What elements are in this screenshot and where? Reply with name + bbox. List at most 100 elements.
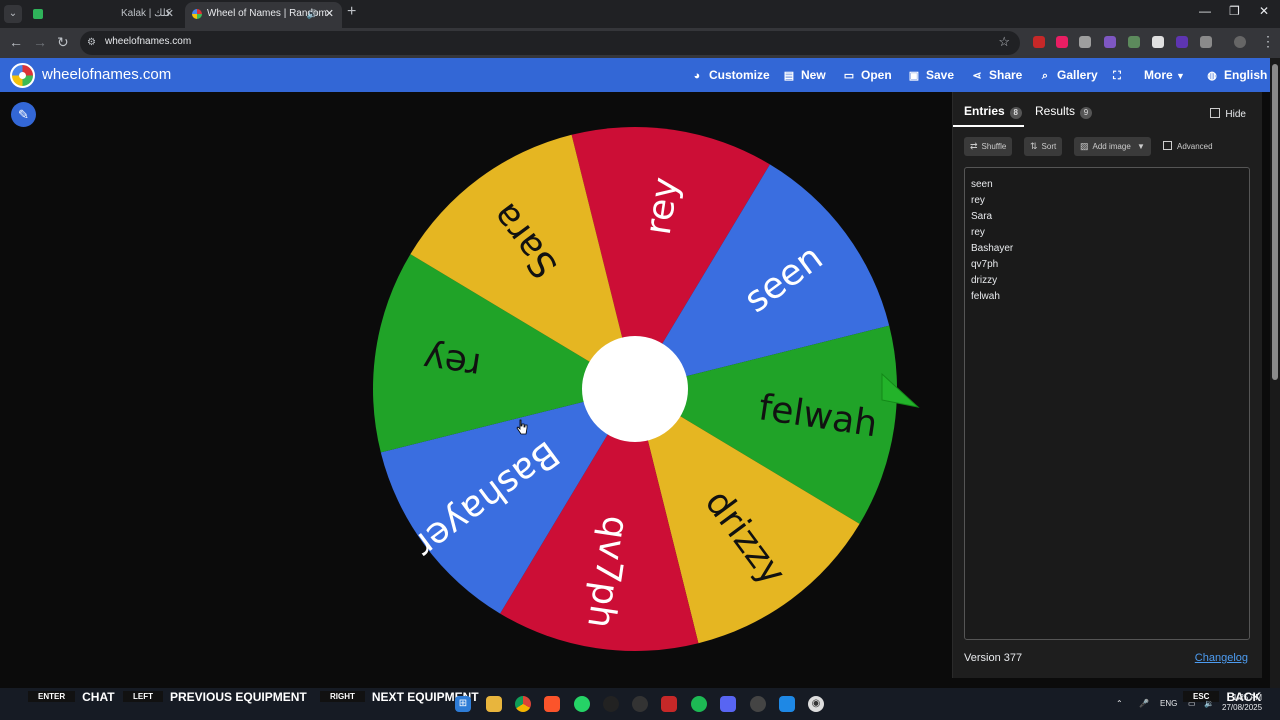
language-button[interactable]: ◍ English — [1205, 58, 1267, 92]
tab-results[interactable]: Results 9 — [1035, 104, 1093, 119]
new-tab-icon[interactable]: + — [347, 3, 356, 21]
spotify-icon[interactable] — [691, 696, 707, 712]
wheel-segment-label: rey — [638, 175, 687, 238]
share-icon: ⋖ — [972, 70, 982, 82]
tab-entries[interactable]: Entries 8 — [964, 104, 1022, 119]
entry-line[interactable]: felwah — [971, 289, 1243, 305]
open-button[interactable]: ▭ Open — [842, 58, 892, 92]
close-tab-icon[interactable]: ✕ — [165, 2, 174, 26]
reload-icon[interactable]: ↻ — [57, 34, 69, 51]
profile-avatar[interactable] — [1234, 36, 1246, 48]
checkbox-icon[interactable] — [1163, 141, 1172, 150]
entries-panel: Entries 8 Results 9 Hide ⇄ Shuffle ⇅ Sort ▨ A… — [952, 92, 1262, 678]
brave-icon[interactable] — [544, 696, 560, 712]
new-file-icon: ▤ — [783, 70, 795, 82]
language-indicator[interactable]: ENG — [1160, 699, 1177, 708]
page-scrollbar[interactable] — [1270, 58, 1280, 688]
kalak-favicon-icon — [33, 9, 43, 19]
entry-line[interactable]: qv7ph — [971, 257, 1243, 273]
back-icon[interactable]: ← — [9, 34, 23, 50]
share-button[interactable]: ⋖ Share — [970, 58, 1022, 92]
tab-search-icon[interactable]: ⌄ — [4, 5, 22, 23]
system-clock[interactable]: 1:25 AM 27/08/2025 — [1222, 693, 1262, 713]
close-tab-icon[interactable]: ✕ — [325, 2, 334, 26]
entry-line[interactable]: seen — [971, 177, 1243, 193]
save-button[interactable]: ▣ Save — [907, 58, 954, 92]
extension-icon[interactable] — [1104, 36, 1116, 48]
app-icon[interactable] — [661, 696, 677, 712]
app-icon[interactable] — [779, 696, 795, 712]
bookmark-star-icon[interactable]: ☆ — [998, 34, 1010, 50]
globe-icon: ◍ — [1207, 70, 1217, 82]
windows-start-icon[interactable]: ⊞ — [455, 696, 471, 712]
extension-icon[interactable] — [1056, 36, 1068, 48]
folder-icon: ▭ — [843, 70, 855, 82]
wheel-logo-icon[interactable] — [10, 63, 35, 88]
app-icon[interactable] — [632, 696, 648, 712]
entry-line[interactable]: Sara — [971, 209, 1243, 225]
extension-icon[interactable] — [1176, 36, 1188, 48]
tray-chevron-up-icon[interactable]: ⌃ — [1116, 699, 1123, 708]
restore-icon[interactable]: ❐ — [1229, 4, 1240, 18]
tab-wheel-of-names[interactable]: Wheel of Names | Random 🔊 ✕ — [185, 2, 342, 28]
tab-title: Kalak | كلك — [121, 8, 171, 19]
app-header: wheelofnames.com ◕ Customize ▤ New ▭ Open ▣… — [0, 58, 1270, 92]
site-info-icon[interactable]: ⚙ — [87, 37, 99, 49]
wheel-of-names[interactable]: reyseenfelwahdrizzyqv7phBashayerreySara — [362, 117, 922, 662]
extension-icon[interactable] — [1079, 36, 1091, 48]
gallery-button[interactable]: ⌕ Gallery — [1038, 58, 1098, 92]
image-icon: ▨ — [1080, 141, 1089, 151]
steam-icon[interactable] — [750, 696, 766, 712]
tab-kalak[interactable]: Kalak | كلك ✕ — [26, 2, 182, 28]
customize-button[interactable]: ◕ Customize — [690, 58, 770, 92]
entry-line[interactable]: rey — [971, 225, 1243, 241]
extension-icon[interactable] — [1128, 36, 1140, 48]
wheel-segment-label: rey — [421, 337, 484, 386]
chrome-icon[interactable] — [515, 696, 531, 712]
close-window-icon[interactable]: ✕ — [1259, 4, 1269, 18]
checkbox-icon[interactable] — [1210, 108, 1221, 118]
mouse-cursor-icon — [516, 419, 528, 435]
edit-pencil-icon[interactable]: ✎ — [11, 102, 36, 127]
extension-icon[interactable] — [1152, 36, 1164, 48]
wifi-icon[interactable]: ▭ — [1188, 699, 1196, 708]
hide-checkbox[interactable]: Hide — [1210, 108, 1246, 120]
sort-button[interactable]: ⇅ Sort — [1024, 137, 1063, 156]
overwatch-icon[interactable]: ◉ — [808, 696, 824, 712]
extensions-puzzle-icon[interactable] — [1200, 36, 1212, 48]
chevron-down-icon: ▼ — [1137, 142, 1145, 151]
url-text: wheelofnames.com — [105, 36, 192, 47]
advanced-checkbox[interactable]: Advanced — [1163, 141, 1213, 151]
search-icon: ⌕ — [1041, 70, 1049, 82]
entry-line[interactable]: drizzy — [971, 273, 1243, 289]
app-icon[interactable] — [603, 696, 619, 712]
scrollbar-thumb[interactable] — [1272, 64, 1278, 380]
address-bar[interactable]: ⚙ wheelofnames.com ☆ — [80, 31, 1020, 55]
fullscreen-button[interactable]: ⛶ — [1110, 58, 1129, 92]
wheel-center[interactable] — [582, 336, 688, 442]
site-name[interactable]: wheelofnames.com — [42, 66, 171, 83]
chevron-down-icon: ▼ — [1176, 71, 1185, 81]
add-image-button[interactable]: ▨ Add image ▼ — [1074, 137, 1151, 156]
hint-previous-equipment: LEFT PREVIOUS EQUIPMENT — [123, 688, 307, 704]
shuffle-button[interactable]: ⇄ Shuffle — [964, 137, 1013, 156]
extension-icon[interactable] — [1033, 36, 1045, 48]
microphone-icon[interactable]: 🎤 — [1139, 699, 1149, 708]
whatsapp-icon[interactable] — [574, 696, 590, 712]
minimize-icon[interactable]: — — [1199, 4, 1211, 18]
more-button[interactable]: More ▼ — [1144, 58, 1185, 92]
entry-line[interactable]: Bashayer — [971, 241, 1243, 257]
forward-icon[interactable]: → — [33, 34, 47, 50]
tab-title: Wheel of Names | Random — [207, 8, 327, 19]
speaker-icon[interactable]: 🔊 — [307, 2, 318, 26]
volume-icon[interactable]: 🔉 — [1204, 699, 1214, 708]
palette-icon: ◕ — [693, 70, 701, 82]
browser-menu-icon[interactable]: ⋮ — [1261, 33, 1275, 50]
results-count-badge: 9 — [1080, 107, 1093, 119]
entry-line[interactable]: rey — [971, 193, 1243, 209]
file-explorer-icon[interactable] — [486, 696, 502, 712]
new-button[interactable]: ▤ New — [782, 58, 826, 92]
discord-icon[interactable] — [720, 696, 736, 712]
changelog-link[interactable]: Changelog — [1195, 652, 1248, 664]
entries-textarea[interactable]: seen rey Sara rey Bashayer qv7ph drizzy felwah — [964, 167, 1250, 640]
